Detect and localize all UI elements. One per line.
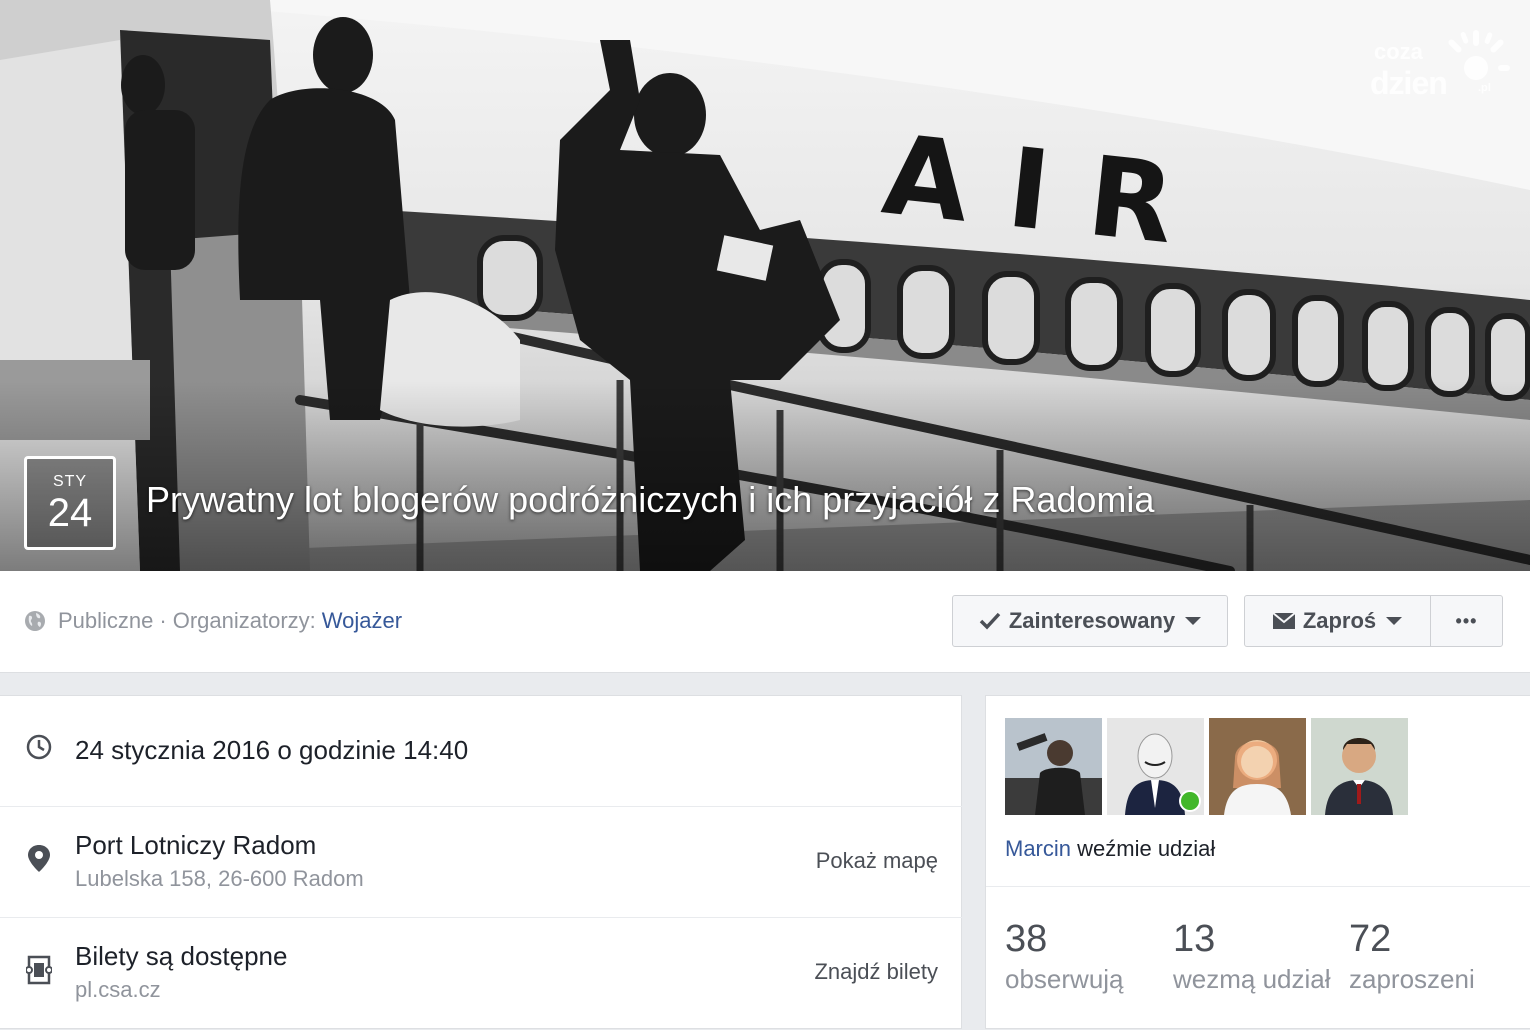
interested-button-label: Zainteresowany bbox=[1008, 608, 1176, 633]
tickets-site[interactable]: pl.csa.cz bbox=[75, 977, 161, 1003]
avatar[interactable] bbox=[1209, 718, 1306, 815]
event-cover-photo[interactable]: AIR coza dzien .pl STY 24 Prywatny lot b… bbox=[0, 0, 1530, 571]
stat-invited[interactable]: 72 zaproszeni bbox=[1349, 918, 1475, 995]
stat-value: 38 bbox=[1005, 918, 1048, 960]
event-tickets-row[interactable]: Bilety są dostępne pl.csa.cz Znajdź bile… bbox=[0, 917, 962, 1030]
guest-avatars bbox=[1005, 718, 1413, 815]
location-pin-icon bbox=[28, 845, 50, 872]
watermark-top-text: coza bbox=[1374, 39, 1423, 64]
sun-logo-icon bbox=[1448, 30, 1510, 80]
event-datetime: 24 stycznia 2016 o godzinie 14:40 bbox=[75, 735, 469, 765]
guests-card: Marcin weźmie udział 38 obserwują 13 wez… bbox=[985, 695, 1530, 1029]
avatar[interactable] bbox=[1005, 718, 1102, 815]
ticket-icon bbox=[26, 955, 52, 985]
stat-label: obserwują bbox=[1005, 964, 1124, 994]
event-location-row[interactable]: Port Lotniczy Radom Lubelska 158, 26-600… bbox=[0, 806, 962, 918]
stat-label: zaproszeni bbox=[1349, 964, 1475, 994]
find-tickets-link[interactable]: Znajdź bilety bbox=[814, 959, 938, 985]
friend-status: weźmie udział bbox=[1077, 836, 1216, 861]
interested-button[interactable]: Zainteresowany bbox=[952, 595, 1228, 647]
friend-name-link[interactable]: Marcin bbox=[1005, 836, 1071, 861]
going-check-icon bbox=[1179, 790, 1201, 812]
avatar[interactable] bbox=[1311, 718, 1408, 815]
friend-attending-line: Marcin weźmie udział bbox=[1005, 836, 1215, 862]
clock-icon bbox=[26, 734, 52, 760]
event-action-bar: Publiczne · Organizatorzy: Wojażer Zaint… bbox=[0, 571, 1530, 673]
stat-value: 13 bbox=[1173, 918, 1216, 960]
invite-button-label: Zaproś bbox=[1302, 608, 1377, 633]
watermark-main-text: dzien bbox=[1370, 65, 1448, 101]
event-title: Prywatny lot blogerów podróżniczych i ic… bbox=[146, 479, 1155, 520]
event-details-card: 24 stycznia 2016 o godzinie 14:40 Port L… bbox=[0, 695, 962, 1029]
divider bbox=[986, 886, 1530, 887]
tickets-title: Bilety są dostępne bbox=[75, 941, 288, 971]
date-day: 24 bbox=[47, 491, 93, 535]
stat-value: 72 bbox=[1349, 918, 1392, 960]
envelope-icon bbox=[1272, 613, 1295, 629]
organizer-link[interactable]: Wojażer bbox=[322, 608, 402, 634]
place-name[interactable]: Port Lotniczy Radom bbox=[75, 830, 316, 861]
stat-interested[interactable]: 38 obserwują bbox=[1005, 918, 1124, 995]
event-date-badge: STY 24 bbox=[24, 456, 116, 550]
chevron-down-icon bbox=[1386, 617, 1403, 625]
chevron-down-icon bbox=[1185, 617, 1202, 625]
globe-icon bbox=[25, 611, 45, 631]
privacy-label: Publiczne bbox=[58, 608, 154, 633]
place-address: Lubelska 158, 26-600 Radom bbox=[75, 866, 364, 891]
more-options-button[interactable]: ••• bbox=[1430, 595, 1503, 647]
privacy-separator: · bbox=[159, 608, 167, 633]
site-watermark: coza dzien .pl bbox=[1370, 28, 1510, 108]
stat-label: wezmą udział bbox=[1173, 964, 1331, 994]
event-privacy-line: Publiczne · Organizatorzy: Wojażer bbox=[24, 608, 402, 634]
invite-button[interactable]: Zaproś bbox=[1244, 595, 1431, 647]
more-dots-icon: ••• bbox=[1455, 610, 1478, 631]
cover-gradient bbox=[0, 381, 1530, 571]
date-month: STY bbox=[52, 473, 88, 490]
show-map-link[interactable]: Pokaż mapę bbox=[816, 848, 938, 874]
event-time-row: 24 stycznia 2016 o godzinie 14:40 bbox=[0, 696, 962, 807]
avatar[interactable] bbox=[1107, 718, 1204, 815]
checkmark-icon bbox=[979, 611, 1001, 631]
watermark-tld-text: .pl bbox=[1478, 82, 1491, 94]
stat-going[interactable]: 13 wezmą udział bbox=[1173, 918, 1331, 995]
organizers-label: Organizatorzy: bbox=[172, 608, 316, 633]
